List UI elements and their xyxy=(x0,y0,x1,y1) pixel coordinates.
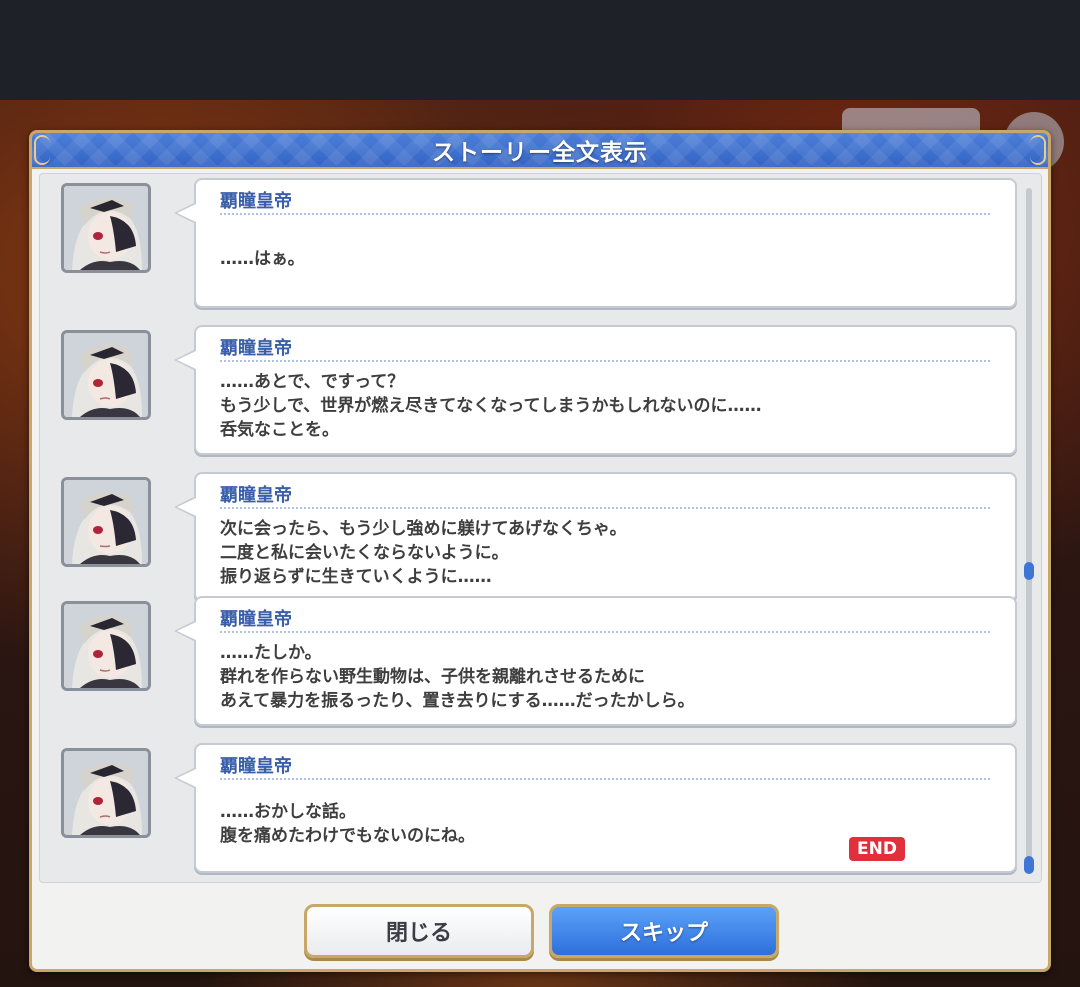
speaker-divider xyxy=(220,778,990,780)
dialogue-bubble: 覇瞳皇帝 ……おかしな話。 腹を痛めたわけでもないのにね。 END xyxy=(174,743,1017,873)
dialogue-line: ……あとで、ですって？ xyxy=(220,372,405,392)
skip-button[interactable]: スキップ xyxy=(549,904,779,958)
story-log-list[interactable]: 覇瞳皇帝 ……はぁ。 覇瞳皇帝 ……あとで、ですって？ もう少しで、世界が燃え尽… xyxy=(39,173,1042,883)
speaker-avatar xyxy=(61,183,151,273)
dialogue-bubble: 覇瞳皇帝 ……はぁ。 xyxy=(174,178,1017,308)
character-portrait-icon xyxy=(64,333,148,417)
dialogue-line: 振り返らずに生きていくように…… xyxy=(220,567,492,587)
dialogue-line: 腹を痛めたわけでもないのにね。 xyxy=(220,826,475,846)
speaker-name: 覇瞳皇帝 xyxy=(220,191,292,212)
dialogue-line: あえて暴力を振るったり、置き去りにする……だったかしら。 xyxy=(220,691,695,711)
dialogue-line: ……はぁ。 xyxy=(220,249,305,269)
dialogue-line: 次に会ったら、もう少し強めに躾けてあげなくちゃ。 xyxy=(220,519,627,539)
dialogue-line: ……たしか。 xyxy=(220,643,322,663)
dialog-header: ストーリー全文表示 xyxy=(32,133,1048,169)
scroll-thumb[interactable] xyxy=(1024,856,1034,874)
speaker-divider xyxy=(220,360,990,362)
dialogue-line: 群れを作らない野生動物は、子供を親離れさせるために xyxy=(220,667,645,687)
speaker-divider xyxy=(220,213,990,215)
speaker-name: 覇瞳皇帝 xyxy=(220,609,292,630)
character-portrait-icon xyxy=(64,480,148,564)
speaker-divider xyxy=(220,507,990,509)
log-entry: 覇瞳皇帝 ……はぁ。 xyxy=(40,178,1041,314)
log-scrollbar[interactable] xyxy=(1024,188,1034,874)
speaker-avatar xyxy=(61,330,151,420)
dialogue-bubble: 覇瞳皇帝 次に会ったら、もう少し強めに躾けてあげなくちゃ。 二度と私に会いたくな… xyxy=(174,472,1017,602)
speaker-divider xyxy=(220,631,990,633)
speaker-avatar xyxy=(61,748,151,838)
bubble-tail xyxy=(174,349,196,371)
dialogue-line: ……おかしな話。 xyxy=(220,802,356,822)
dialogue-bubble: 覇瞳皇帝 ……たしか。 群れを作らない野生動物は、子供を親離れさせるために あえ… xyxy=(174,596,1017,726)
log-entry: 覇瞳皇帝 次に会ったら、もう少し強めに躾けてあげなくちゃ。 二度と私に会いたくな… xyxy=(40,472,1041,602)
character-portrait-icon xyxy=(64,751,148,835)
dialogue-line: もう少しで、世界が燃え尽きてなくなってしまうかもしれないのに…… xyxy=(220,396,762,416)
header-ornament-left xyxy=(34,135,50,165)
dialog-title: ストーリー全文表示 xyxy=(432,140,648,166)
close-button[interactable]: 閉じる xyxy=(304,904,534,958)
bubble-tail xyxy=(174,767,196,789)
speaker-avatar xyxy=(61,601,151,691)
log-entry: 覇瞳皇帝 ……たしか。 群れを作らない野生動物は、子供を親離れさせるために あえ… xyxy=(40,596,1041,732)
bubble-tail xyxy=(174,202,196,224)
character-portrait-icon xyxy=(64,604,148,688)
log-entry: 覇瞳皇帝 ……あとで、ですって？ もう少しで、世界が燃え尽きてなくなってしまうか… xyxy=(40,325,1041,461)
end-badge: END xyxy=(849,837,905,861)
speaker-name: 覇瞳皇帝 xyxy=(220,338,292,359)
scroll-thumb[interactable] xyxy=(1024,562,1034,580)
bubble-tail xyxy=(174,496,196,518)
dialogue-line: 二度と私に会いたくならないように。 xyxy=(220,543,509,563)
speaker-avatar xyxy=(61,477,151,567)
header-ornament-right xyxy=(1030,135,1046,165)
log-entry: 覇瞳皇帝 ……おかしな話。 腹を痛めたわけでもないのにね。 END xyxy=(40,743,1041,879)
character-portrait-icon xyxy=(64,186,148,270)
bubble-tail xyxy=(174,620,196,642)
story-log-dialog: ストーリー全文表示 覇瞳皇帝 ……はぁ。 覇瞳皇帝 ……あとで、ですって？ もう… xyxy=(29,130,1051,972)
top-status-bar xyxy=(0,0,1080,100)
speaker-name: 覇瞳皇帝 xyxy=(220,485,292,506)
speaker-name: 覇瞳皇帝 xyxy=(220,756,292,777)
dialogue-line: 呑気なことを。 xyxy=(220,420,339,440)
dialogue-bubble: 覇瞳皇帝 ……あとで、ですって？ もう少しで、世界が燃え尽きてなくなってしまうか… xyxy=(174,325,1017,455)
